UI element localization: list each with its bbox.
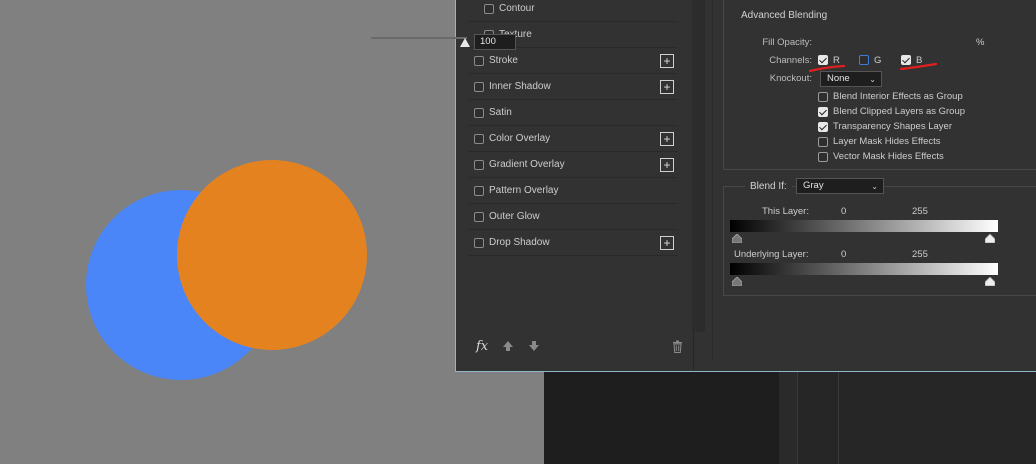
this-layer-white-handle[interactable] <box>985 234 995 243</box>
style-label: Pattern Overlay <box>489 185 559 196</box>
style-label: Inner Shadow <box>489 81 551 92</box>
fill-opacity-slider[interactable] <box>371 37 467 39</box>
style-row-contour[interactable]: Contour <box>468 0 678 22</box>
style-label: Stroke <box>489 55 518 66</box>
style-checkbox[interactable] <box>474 211 484 222</box>
fill-opacity-input[interactable]: 100 <box>474 34 516 50</box>
style-checkbox[interactable] <box>474 107 484 118</box>
blend-clipped-checkbox[interactable] <box>818 107 828 117</box>
chevron-down-icon: ⌄ <box>871 182 878 191</box>
blend-if-select[interactable]: Gray ⌄ <box>796 178 884 194</box>
knockout-select[interactable]: None ⌄ <box>820 71 882 87</box>
this-layer-gradient <box>730 220 998 232</box>
style-row-stroke[interactable]: Stroke + <box>468 48 678 74</box>
underlying-layer-white-handle[interactable] <box>985 277 995 286</box>
style-label: Gradient Overlay <box>489 159 565 170</box>
move-down-icon[interactable] <box>528 340 540 354</box>
channel-g-label: G <box>874 55 882 66</box>
chevron-down-icon: ⌄ <box>869 75 876 84</box>
blend-interior-checkbox[interactable] <box>818 92 828 102</box>
add-style-button[interactable]: + <box>660 54 674 68</box>
style-checkbox[interactable] <box>474 159 484 170</box>
fill-opacity-label: Fill Opacity: <box>762 37 812 48</box>
this-layer-label: This Layer: <box>762 206 809 217</box>
style-label: Satin <box>489 107 512 118</box>
app-toolbar-strip <box>779 370 797 464</box>
styles-list: Contour Texture Stroke + Inner Shadow + … <box>468 0 705 370</box>
style-row-inner-shadow[interactable]: Inner Shadow + <box>468 74 678 100</box>
trash-icon[interactable] <box>672 340 684 354</box>
style-row-outer-glow[interactable]: Outer Glow <box>468 204 678 230</box>
style-checkbox[interactable] <box>484 3 494 14</box>
blend-interior-label: Blend Interior Effects as Group <box>833 91 963 102</box>
style-checkbox[interactable] <box>474 81 484 92</box>
transparency-shapes-label: Transparency Shapes Layer <box>833 121 952 132</box>
this-layer-max: 255 <box>912 206 928 217</box>
knockout-value: None <box>827 73 850 84</box>
style-label: Drop Shadow <box>489 237 550 248</box>
channels-label: Channels: <box>769 55 812 66</box>
underlying-layer-gradient <box>730 263 998 275</box>
move-up-icon[interactable] <box>502 340 514 354</box>
style-label: Color Overlay <box>489 133 551 144</box>
vector-mask-hides-checkbox[interactable] <box>818 152 828 162</box>
add-style-button[interactable]: + <box>660 236 674 250</box>
fill-opacity-unit: % <box>976 37 985 48</box>
underlying-layer-min: 0 <box>841 249 847 260</box>
layer-mask-hides-label: Layer Mask Hides Effects <box>833 136 941 147</box>
underlying-layer-black-handle[interactable] <box>732 277 742 286</box>
blend-if-value: Gray <box>803 180 824 191</box>
underlying-layer-max: 255 <box>912 249 928 260</box>
blend-clipped-label: Blend Clipped Layers as Group <box>833 106 966 117</box>
style-checkbox[interactable] <box>474 133 484 144</box>
add-style-button[interactable]: + <box>660 80 674 94</box>
advanced-blending-title: Advanced Blending <box>736 10 833 21</box>
red-underline-annotation <box>899 62 938 71</box>
transparency-shapes-checkbox[interactable] <box>818 122 828 132</box>
style-row-color-overlay[interactable]: Color Overlay + <box>468 126 678 152</box>
style-label: Contour <box>499 3 535 14</box>
fill-opacity-slider-thumb[interactable] <box>460 38 470 47</box>
channel-g-checkbox[interactable] <box>859 55 869 65</box>
style-checkbox[interactable] <box>474 185 484 196</box>
app-side-panel-inner <box>838 370 1036 464</box>
this-layer-min: 0 <box>841 206 847 217</box>
fx-icon[interactable]: fx <box>476 339 488 354</box>
knockout-label: Knockout: <box>769 73 812 84</box>
layer-mask-hides-checkbox[interactable] <box>818 137 828 147</box>
blend-if-label: Blend If: <box>745 181 792 192</box>
style-label: Outer Glow <box>489 211 540 222</box>
style-row-satin[interactable]: Satin <box>468 100 678 126</box>
add-style-button[interactable]: + <box>660 132 674 146</box>
style-checkbox[interactable] <box>474 55 484 66</box>
orange-circle-shape <box>177 160 367 350</box>
vector-mask-hides-label: Vector Mask Hides Effects <box>833 151 944 162</box>
this-layer-black-handle[interactable] <box>732 234 742 243</box>
add-style-button[interactable]: + <box>660 158 674 172</box>
styles-scrollbar[interactable] <box>692 0 705 332</box>
underlying-layer-label: Underlying Layer: <box>734 249 809 260</box>
style-row-pattern-overlay[interactable]: Pattern Overlay <box>468 178 678 204</box>
style-row-drop-shadow[interactable]: Drop Shadow + <box>468 230 678 256</box>
styles-bottom-bar: fx <box>468 334 694 364</box>
style-checkbox[interactable] <box>474 237 484 248</box>
style-row-gradient-overlay[interactable]: Gradient Overlay + <box>468 152 678 178</box>
